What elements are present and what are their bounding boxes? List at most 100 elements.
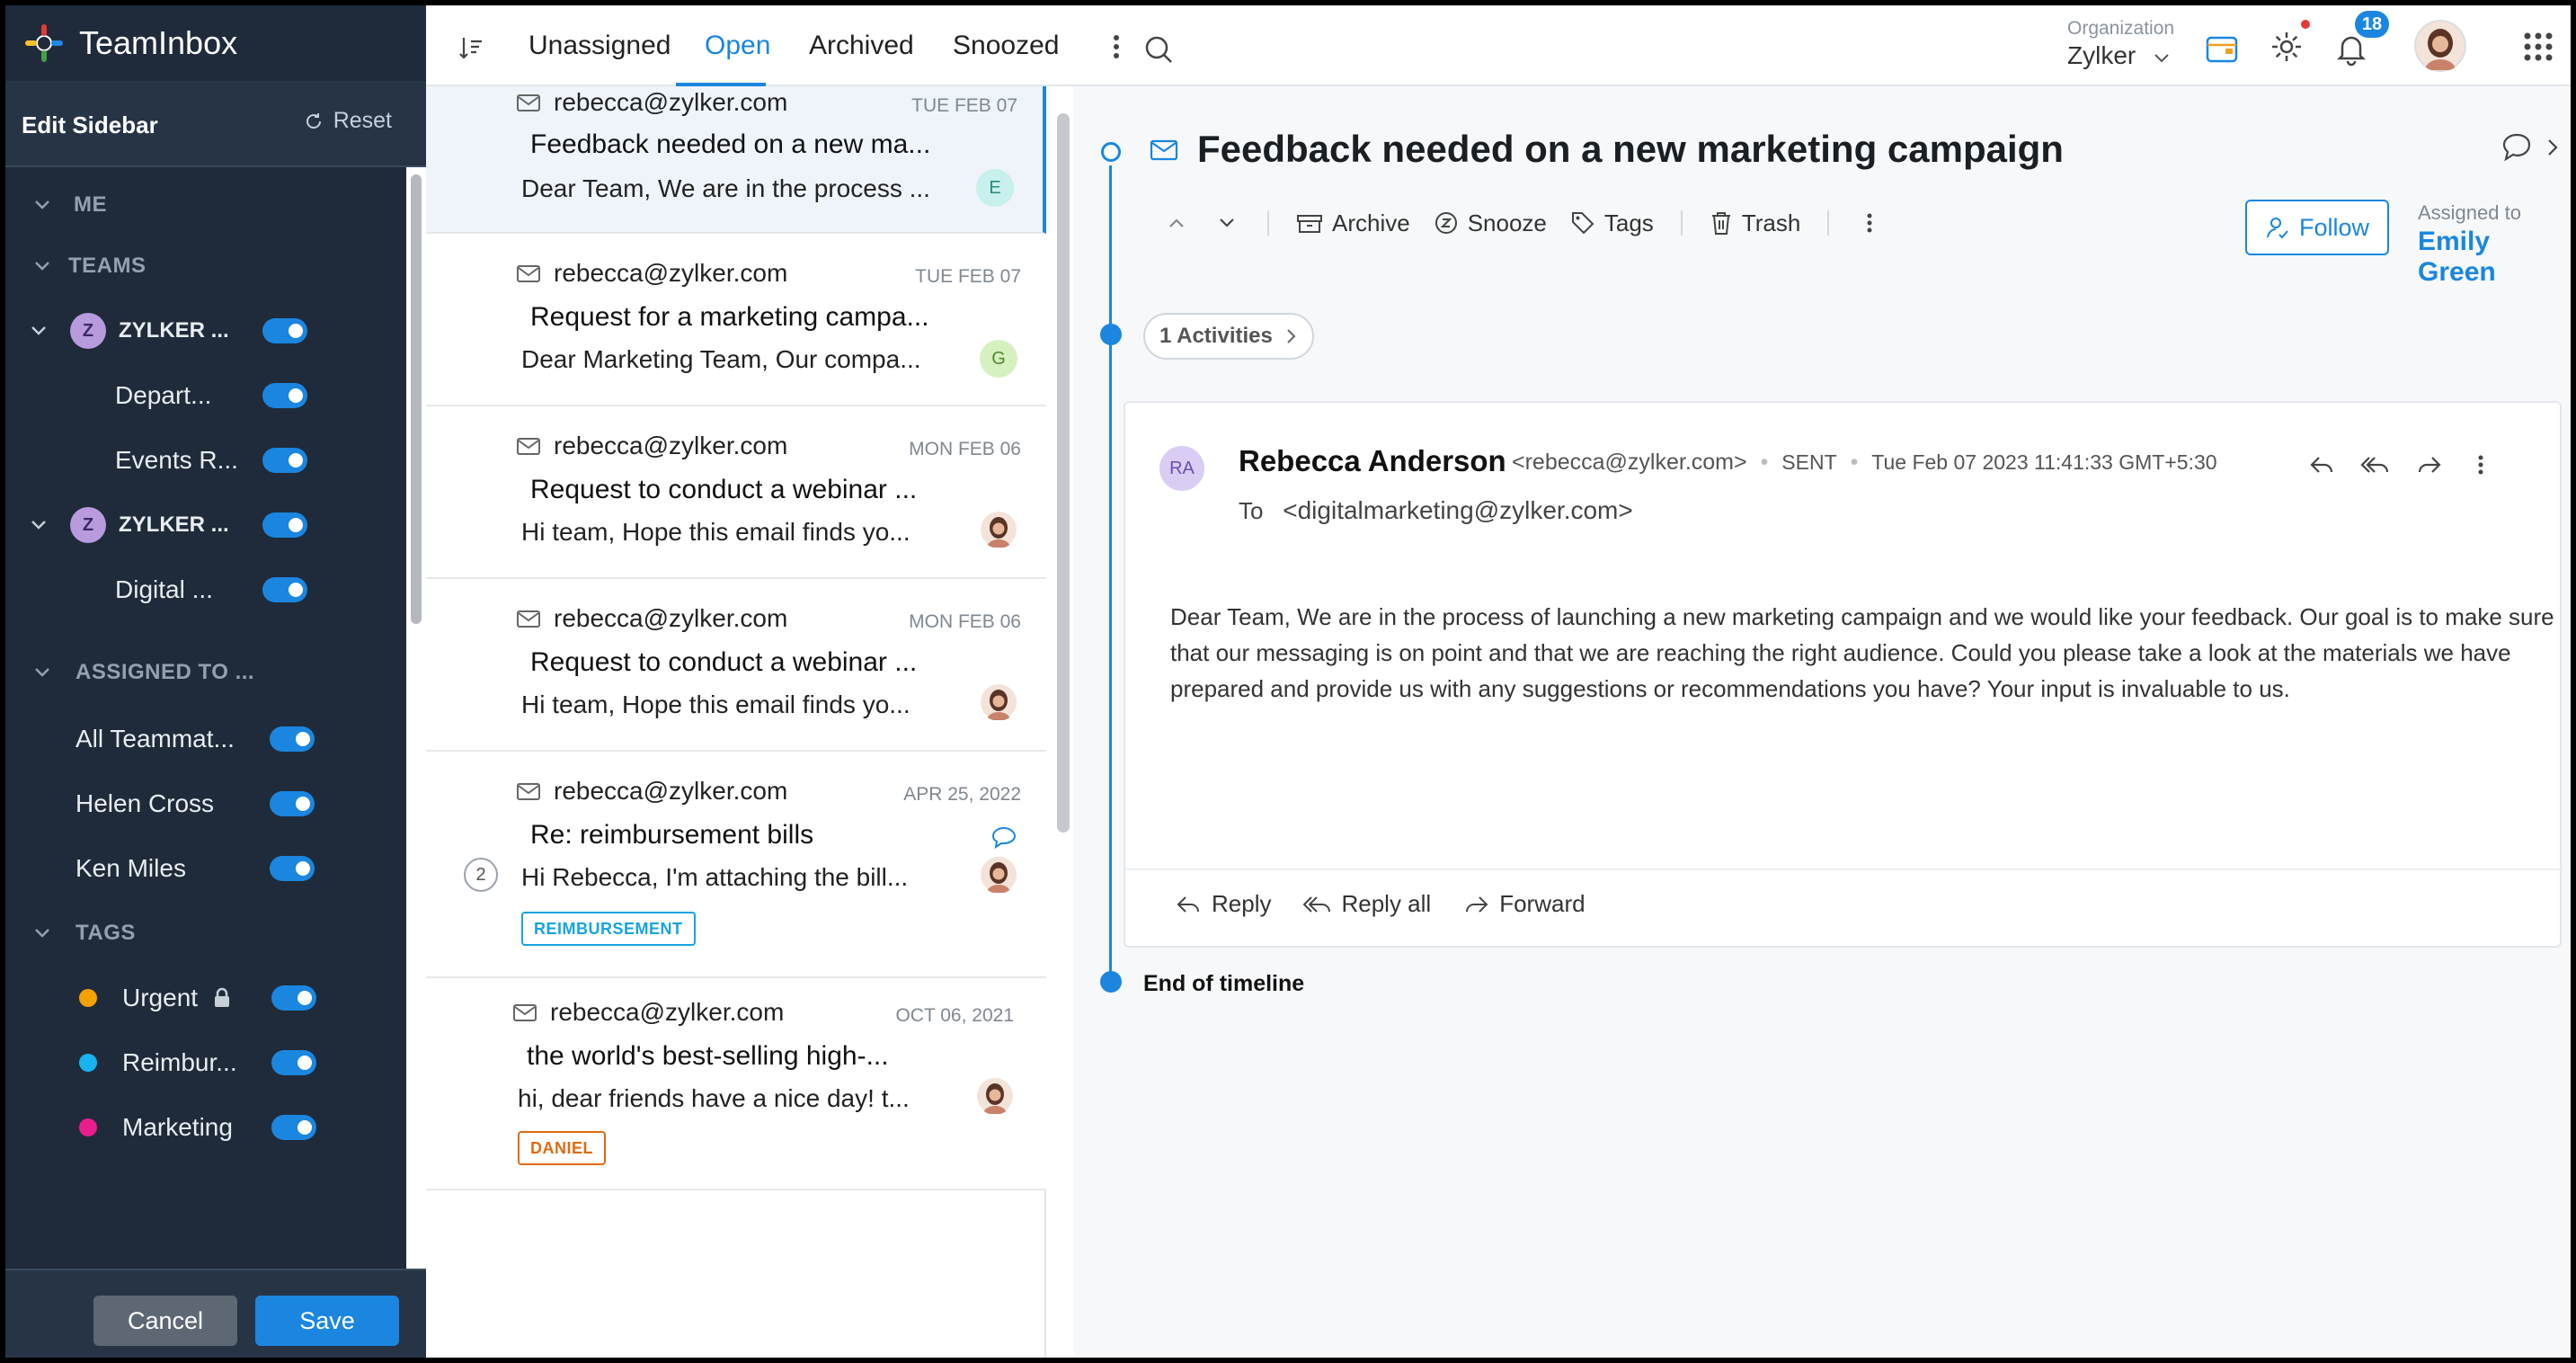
- tag-badge[interactable]: DANIEL: [518, 1131, 606, 1165]
- assigned-toggle[interactable]: [270, 791, 315, 816]
- sidebar-item-helen-cross[interactable]: Helen Cross: [5, 777, 406, 831]
- tag-toggle[interactable]: [271, 1050, 316, 1075]
- more-vertical-icon[interactable]: [1098, 29, 1134, 65]
- section-tags[interactable]: TAGS: [5, 906, 406, 960]
- tag-toggle[interactable]: [271, 1115, 316, 1140]
- reply-all-icon[interactable]: [2360, 453, 2391, 477]
- tags-button[interactable]: Tags: [1570, 209, 1654, 237]
- assigned-toggle[interactable]: [270, 856, 315, 881]
- gear-icon[interactable]: [2269, 29, 2305, 65]
- list-item-subject: Request to conduct a webinar ...: [530, 475, 918, 504]
- user-avatar[interactable]: [2414, 20, 2466, 72]
- forward-icon[interactable]: [2416, 453, 2443, 477]
- sidebar-item-ken-miles[interactable]: Ken Miles: [5, 842, 406, 895]
- list-item-subject: Request for a marketing campa...: [530, 302, 929, 332]
- chevron-down-icon[interactable]: [2152, 49, 2172, 68]
- sidebar-item-all-teammates[interactable]: All Teammat...: [5, 712, 406, 766]
- chevron-right-icon: [1287, 329, 1296, 343]
- list-scrollbar-thumb[interactable]: [1057, 113, 1070, 833]
- sidebar-item-events[interactable]: Events R...: [5, 433, 406, 487]
- list-item-subject: the world's best-selling high-...: [527, 1041, 889, 1071]
- envelope-icon: [517, 610, 540, 628]
- more-vertical-icon[interactable]: [1856, 209, 1883, 236]
- department-label: Depart...: [115, 381, 212, 409]
- more-vertical-icon[interactable]: [2470, 451, 2492, 478]
- sidebar-item-tag-reimbursement[interactable]: Reimbur...: [5, 1036, 406, 1090]
- inbox-tray-icon[interactable]: [2204, 31, 2240, 67]
- reply-icon[interactable]: [2308, 453, 2335, 477]
- list-item-subject: Feedback needed on a new ma...: [530, 129, 931, 159]
- forward-button[interactable]: Forward: [1463, 890, 1586, 918]
- trash-button[interactable]: Trash: [1710, 209, 1800, 237]
- teaminbox-logo-icon: [25, 24, 63, 62]
- events-toggle[interactable]: [262, 448, 307, 473]
- notification-badge: 18: [2355, 11, 2389, 38]
- tag-toggle[interactable]: [271, 985, 316, 1011]
- tab-unassigned[interactable]: Unassigned: [529, 31, 671, 61]
- reply-all-button[interactable]: Reply all: [1303, 890, 1431, 918]
- list-item[interactable]: rebecca@zylker.com TUE FEB 07 Request fo…: [426, 234, 1046, 406]
- section-me[interactable]: ME: [5, 178, 406, 232]
- team-toggle[interactable]: [262, 318, 307, 343]
- digital-toggle[interactable]: [262, 577, 307, 602]
- apps-grid-icon[interactable]: [2520, 29, 2556, 65]
- sidebar-item-digital[interactable]: Digital ...: [5, 563, 406, 617]
- tag-color-dot: [79, 1118, 97, 1136]
- activities-button[interactable]: 1 Activities: [1143, 313, 1314, 360]
- sidebar-scrollbar[interactable]: [406, 167, 426, 1269]
- list-scrollbar[interactable]: [1048, 113, 1070, 1358]
- chevron-down-icon: [31, 521, 46, 530]
- save-button[interactable]: Save: [255, 1296, 399, 1346]
- list-item-subject: Re: reimbursement bills: [530, 820, 814, 850]
- sidebar-item-tag-urgent[interactable]: Urgent: [5, 971, 406, 1025]
- reply-all-label: Reply all: [1341, 890, 1432, 917]
- comments-icon[interactable]: [2500, 131, 2536, 164]
- sidebar-scrollbar-thumb[interactable]: [411, 174, 422, 624]
- assigned-to-value[interactable]: Emily Green: [2418, 227, 2571, 288]
- assignee-avatar: E: [976, 169, 1014, 207]
- app-name: TeamInbox: [79, 24, 238, 61]
- tab-archived[interactable]: Archived: [809, 31, 914, 61]
- section-assigned[interactable]: ASSIGNED TO ...: [5, 646, 406, 699]
- sidebar-item-team[interactable]: Z ZYLKER ...: [5, 304, 406, 358]
- section-teams[interactable]: TEAMS: [5, 239, 406, 293]
- list-item[interactable]: rebecca@zylker.com OCT 06, 2021 the worl…: [426, 978, 1046, 1190]
- chevron-up-icon[interactable]: [1163, 209, 1190, 236]
- reset-button[interactable]: Reset: [303, 108, 392, 134]
- list-item[interactable]: rebecca@zylker.com MON FEB 06 Request to…: [426, 406, 1046, 579]
- team-toggle[interactable]: [262, 512, 307, 538]
- sidebar-item-team[interactable]: Z ZYLKER ...: [5, 498, 406, 552]
- reply-button[interactable]: Reply: [1176, 890, 1271, 918]
- message-timestamp: Tue Feb 07 2023 11:41:33 GMT+5:30: [1871, 450, 2217, 474]
- to-label: To: [1239, 497, 1264, 524]
- department-toggle[interactable]: [262, 383, 307, 408]
- archive-button[interactable]: Archive: [1296, 209, 1410, 237]
- timeline-line: [1109, 579, 1112, 975]
- sender-meta: <rebecca@zylker.com> • SENT • Tue Feb 07…: [1512, 450, 2217, 475]
- list-item[interactable]: rebecca@zylker.com TUE FEB 07 Feedback n…: [426, 86, 1046, 234]
- list-item[interactable]: rebecca@zylker.com APR 25, 2022 Re: reim…: [426, 752, 1046, 978]
- list-item[interactable]: rebecca@zylker.com MON FEB 06 Request to…: [426, 579, 1046, 752]
- list-item-preview: hi, dear friends have a nice day! t...: [518, 1084, 910, 1112]
- tab-open[interactable]: Open: [705, 31, 770, 61]
- cancel-button[interactable]: Cancel: [93, 1296, 237, 1346]
- tab-snoozed[interactable]: Snoozed: [953, 31, 1059, 61]
- follow-button[interactable]: Follow: [2245, 200, 2389, 255]
- organization-label: Organization: [2067, 18, 2175, 39]
- sort-icon[interactable]: [457, 34, 485, 63]
- envelope-icon: [517, 438, 540, 455]
- search-icon[interactable]: [1141, 32, 1177, 68]
- list-item-date: MON FEB 06: [909, 439, 1021, 459]
- chevron-down-icon[interactable]: [1213, 209, 1240, 236]
- chevron-right-icon[interactable]: [2544, 135, 2562, 160]
- sidebar-item-department[interactable]: Depart...: [5, 369, 406, 423]
- organization-selector[interactable]: Zylker: [2067, 41, 2136, 70]
- archive-icon: [1297, 215, 1322, 233]
- sidebar-item-tag-marketing[interactable]: Marketing: [5, 1100, 406, 1154]
- brand: TeamInbox: [23, 5, 237, 81]
- sidebar-footer: Cancel Save: [5, 1269, 426, 1358]
- assigned-toggle[interactable]: [270, 726, 315, 752]
- snooze-button[interactable]: Snooze: [1434, 209, 1547, 237]
- tag-label: Marketing: [122, 1113, 233, 1141]
- tag-badge[interactable]: REIMBURSEMENT: [521, 912, 696, 946]
